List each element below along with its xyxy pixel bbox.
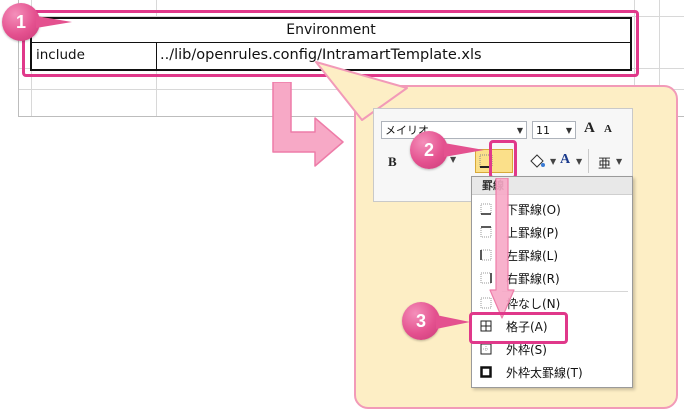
grow-font-button[interactable]: A bbox=[584, 120, 595, 137]
font-size-select[interactable]: 11 ▼ bbox=[532, 121, 576, 139]
arrow-down-icon bbox=[489, 178, 515, 319]
shrink-font-button[interactable]: A bbox=[604, 123, 612, 135]
menu-separator bbox=[502, 291, 628, 292]
callout-badge-3: 3 bbox=[402, 302, 440, 340]
menu-item-label: 外枠太罫線(T) bbox=[506, 366, 583, 380]
outside-borders-icon bbox=[480, 343, 492, 355]
callout-tail bbox=[436, 315, 470, 329]
font-color-button[interactable]: A bbox=[560, 152, 570, 168]
thick-outside-borders-icon bbox=[480, 366, 492, 378]
bold-button[interactable]: B bbox=[388, 154, 397, 170]
fill-color-icon[interactable] bbox=[528, 153, 546, 169]
callout-badge-1: 1 bbox=[2, 3, 40, 41]
callout-badge-2: 2 bbox=[410, 131, 448, 169]
font-name-select[interactable]: メイリオ ▼ bbox=[381, 121, 527, 139]
borders-dropdown-highlight bbox=[489, 140, 517, 179]
chevron-down-icon: ▼ bbox=[565, 126, 572, 135]
phonetic-guide-button[interactable]: 亜 bbox=[598, 153, 611, 172]
menu-item-thick-outside-borders[interactable]: 外枠太罫線(T) bbox=[472, 362, 632, 384]
chevron-down-icon: ▼ bbox=[576, 157, 583, 166]
callout-tail bbox=[444, 143, 484, 157]
chevron-down-icon: ▼ bbox=[550, 157, 557, 166]
callout-tail bbox=[36, 16, 72, 28]
chevron-down-icon: ▼ bbox=[616, 157, 623, 166]
all-borders-highlight bbox=[469, 312, 568, 344]
divider bbox=[588, 149, 589, 173]
chevron-down-icon: ▼ bbox=[516, 126, 523, 135]
font-size-value: 11 bbox=[536, 124, 550, 137]
